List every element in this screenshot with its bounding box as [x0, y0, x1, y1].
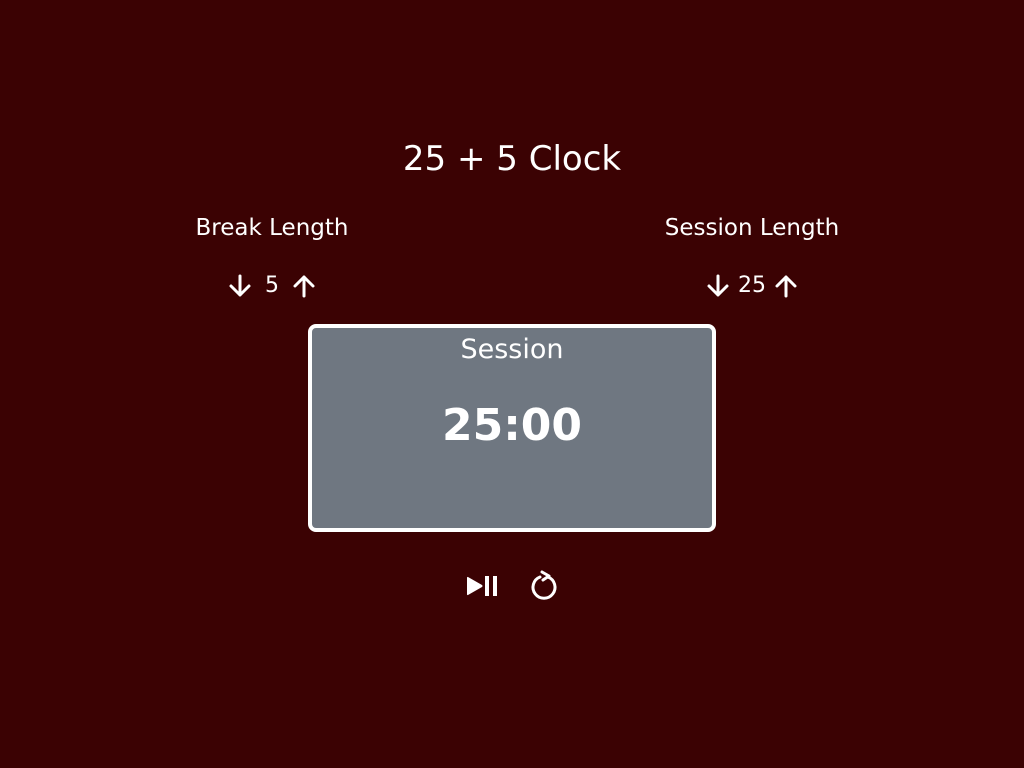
- break-increment-button[interactable]: [288, 270, 320, 302]
- arrow-down-icon: [229, 274, 251, 297]
- arrow-up-icon: [775, 275, 797, 298]
- timer-controls: [0, 566, 1024, 606]
- session-decrement-button[interactable]: [702, 270, 734, 302]
- session-length-panel: Session Length 25: [602, 212, 902, 302]
- arrow-down-icon: [707, 274, 729, 297]
- arrow-up-icon: [293, 275, 315, 298]
- play-pause-icon: [467, 576, 497, 596]
- time-left: 25:00: [441, 400, 583, 451]
- session-length-value: 25: [738, 273, 766, 298]
- start-stop-button[interactable]: [465, 566, 499, 606]
- app-title: 25 + 5 Clock: [402, 139, 622, 179]
- timer-display: Session 25:00: [308, 324, 716, 532]
- timer-label: Session: [460, 334, 564, 365]
- break-length-value: 5: [265, 273, 279, 298]
- session-length-controls: 25: [602, 270, 902, 302]
- break-length-controls: 5: [122, 270, 422, 302]
- reset-button[interactable]: [529, 566, 559, 606]
- session-length-label: Session Length: [664, 215, 840, 241]
- session-increment-button[interactable]: [770, 270, 802, 302]
- break-decrement-button[interactable]: [224, 270, 256, 302]
- break-length-label: Break Length: [195, 215, 349, 241]
- break-length-panel: Break Length 5: [122, 212, 422, 302]
- refresh-icon: [531, 570, 557, 600]
